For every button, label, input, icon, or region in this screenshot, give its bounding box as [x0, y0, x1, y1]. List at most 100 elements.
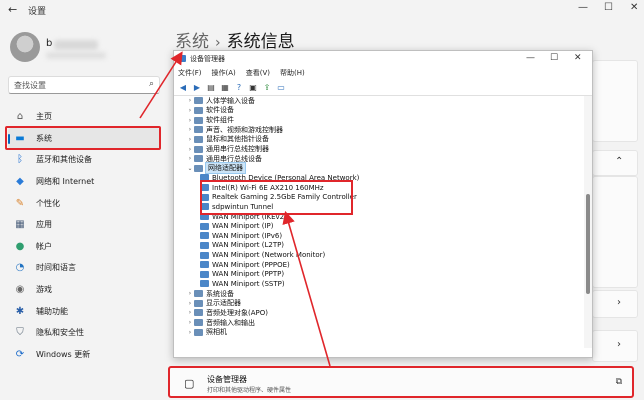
breadcrumb: 系统 › 系统信息: [175, 27, 295, 52]
device-label: 声音、视频和游戏控制器: [206, 125, 283, 134]
device-category-icon: [194, 106, 203, 114]
external-link-icon: ⧉: [615, 377, 622, 387]
expand-chevron-icon[interactable]: ›: [186, 309, 194, 316]
sidebar-item[interactable]: ✎ 个性化: [8, 192, 160, 214]
sidebar-item[interactable]: ⛉ 隐私和安全性: [8, 322, 160, 344]
avatar[interactable]: [10, 32, 40, 62]
dm-maximize-button[interactable]: ☐: [550, 53, 558, 63]
dm-close-button[interactable]: ✕: [574, 53, 582, 63]
expand-chevron-icon[interactable]: ›: [186, 107, 194, 114]
sidebar-item[interactable]: ⟳ Windows 更新: [8, 344, 160, 366]
scan-hardware-icon[interactable]: ▭: [276, 82, 286, 92]
forward-icon[interactable]: ▶: [192, 82, 202, 92]
sidebar-item-label: 帐户: [36, 241, 52, 251]
expand-chevron-icon[interactable]: ›: [186, 155, 194, 162]
sidebar-item[interactable]: ◉ 游戏: [8, 279, 160, 301]
menu-item[interactable]: 查看(V): [246, 68, 270, 78]
device-item[interactable]: WAN Miniport (PPTP): [174, 270, 582, 280]
device-item[interactable]: WAN Miniport (SSTP): [174, 279, 582, 289]
device-category[interactable]: › 系统设备: [174, 289, 582, 299]
device-label: 鼠标和其他指针设备: [206, 135, 269, 144]
sidebar-item[interactable]: ᛒ 蓝牙和其他设备: [8, 149, 160, 171]
device-category-icon: [194, 145, 203, 153]
privacy-shield-icon: ⛉: [16, 327, 24, 339]
search-box[interactable]: 查找设置 ⌕: [8, 76, 160, 94]
sidebar-item-label: Windows 更新: [36, 349, 91, 359]
device-label: WAN Miniport (Network Monitor): [212, 251, 326, 260]
device-item[interactable]: WAN Miniport (Network Monitor): [174, 250, 582, 260]
close-button[interactable]: ✕: [630, 2, 638, 13]
device-label: 通用串行总线设备: [206, 154, 262, 163]
properties-sheet-icon[interactable]: ▦: [220, 82, 230, 92]
expand-chevron-icon[interactable]: ›: [186, 117, 194, 124]
network-icon: ◆: [16, 176, 24, 188]
chevron-right-icon: ›: [617, 297, 621, 308]
menu-item[interactable]: 文件(F): [178, 68, 202, 78]
device-item[interactable]: WAN Miniport (IPv6): [174, 231, 582, 241]
device-category[interactable]: › 软件设备: [174, 106, 582, 116]
device-category[interactable]: › 声音、视频和游戏控制器: [174, 125, 582, 135]
view-icon[interactable]: ▣: [248, 82, 258, 92]
device-category[interactable]: › 人体学输入设备: [174, 96, 582, 106]
expand-chevron-icon[interactable]: ›: [186, 300, 194, 307]
expand-chevron-icon[interactable]: ›: [186, 126, 194, 133]
maximize-button[interactable]: ☐: [604, 2, 613, 13]
scrollbar-thumb[interactable]: [586, 194, 590, 294]
back-arrow-icon[interactable]: ←: [8, 3, 17, 16]
update-driver-icon[interactable]: ⇪: [262, 82, 272, 92]
device-category[interactable]: › 通用串行总线设备: [174, 154, 582, 164]
device-item[interactable]: WAN Miniport (L2TP): [174, 241, 582, 251]
network-adapter-icon: [200, 261, 209, 269]
sidebar-item-label: 个性化: [36, 198, 60, 208]
menu-item[interactable]: 帮助(H): [280, 68, 305, 78]
device-label: 显示适配器: [206, 299, 241, 308]
sidebar-item[interactable]: ◔ 时间和语言: [8, 257, 160, 279]
device-category-icon: [194, 126, 203, 134]
sidebar-item[interactable]: ▦ 应用: [8, 214, 160, 236]
minimize-button[interactable]: —: [578, 2, 588, 13]
breadcrumb-chevron-icon: ›: [215, 35, 221, 51]
expand-chevron-icon[interactable]: ›: [186, 136, 194, 143]
device-category[interactable]: › 软件组件: [174, 115, 582, 125]
settings-card[interactable]: ›: [592, 290, 638, 318]
device-label: 系统设备: [206, 289, 234, 298]
device-item[interactable]: WAN Miniport (PPPOE): [174, 260, 582, 270]
settings-card[interactable]: ›: [592, 330, 638, 362]
accessibility-icon: ✱: [15, 305, 25, 317]
windows-update-icon: ⟳: [15, 348, 25, 360]
device-category[interactable]: › 音频输入和输出: [174, 318, 582, 328]
properties-icon[interactable]: ▤: [206, 82, 216, 92]
device-manager-title: 设备管理器: [190, 55, 225, 63]
network-adapter-icon: [200, 280, 209, 288]
tree-scrollbar[interactable]: [584, 96, 592, 348]
settings-card[interactable]: ⌃: [592, 150, 638, 176]
settings-window-title: 设置: [28, 7, 47, 17]
device-category[interactable]: › 照相机: [174, 327, 582, 337]
device-label: 照相机: [206, 328, 227, 337]
device-category[interactable]: ⌄ 网络适配器: [174, 162, 582, 175]
device-category[interactable]: › 音频处理对象(APO): [174, 308, 582, 318]
device-category[interactable]: › 通用串行总线控制器: [174, 144, 582, 154]
device-label: WAN Miniport (PPPOE): [212, 260, 290, 269]
account-icon: ●: [15, 240, 25, 252]
expand-chevron-icon[interactable]: ›: [186, 319, 194, 326]
breadcrumb-system[interactable]: 系统: [175, 32, 209, 52]
help-icon[interactable]: ?: [234, 82, 244, 92]
sidebar-item[interactable]: ● 帐户: [8, 236, 160, 258]
device-manager-card[interactable]: ▢ 设备管理器 打印和其他驱动程序、硬件属性 ⧉: [168, 366, 634, 398]
expand-chevron-icon[interactable]: ›: [186, 329, 194, 336]
dm-minimize-button[interactable]: —: [526, 53, 535, 63]
device-category[interactable]: › 显示适配器: [174, 298, 582, 308]
menu-item[interactable]: 操作(A): [212, 68, 236, 78]
device-item[interactable]: WAN Miniport (IP): [174, 221, 582, 231]
back-icon[interactable]: ◀: [178, 82, 188, 92]
sidebar-item[interactable]: ⌂ 主页: [8, 106, 160, 128]
collapse-chevron-icon[interactable]: ⌄: [186, 165, 194, 172]
expand-chevron-icon[interactable]: ›: [186, 97, 194, 104]
sidebar-item[interactable]: ✱ 辅助功能: [8, 300, 160, 322]
sidebar-item-label: 蓝牙和其他设备: [36, 155, 92, 165]
device-category[interactable]: › 鼠标和其他指针设备: [174, 135, 582, 145]
sidebar-item[interactable]: ◆ 网络和 Internet: [8, 171, 160, 193]
expand-chevron-icon[interactable]: ›: [186, 146, 194, 153]
expand-chevron-icon[interactable]: ›: [186, 290, 194, 297]
